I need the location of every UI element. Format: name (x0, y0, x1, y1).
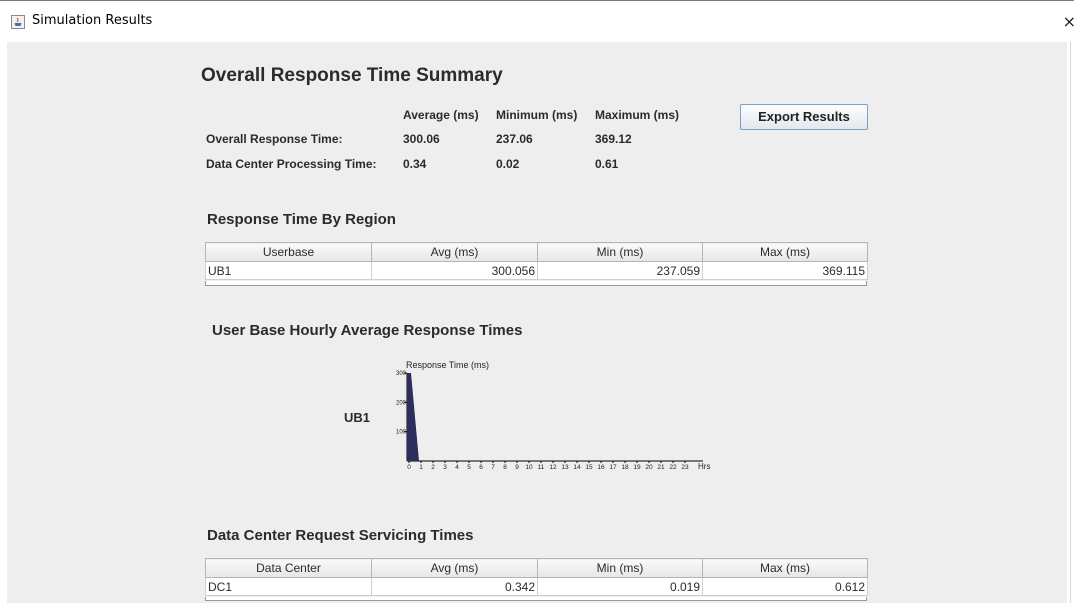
window-title: Simulation Results (32, 13, 153, 28)
datacenter-cell-name[interactable]: DC1 (205, 577, 372, 596)
overall-response-average: 300.06 (403, 132, 440, 146)
chart-x-tick-label: 20 (645, 464, 653, 471)
datacenter-header-name[interactable]: Data Center (205, 558, 372, 578)
window-right-edge (1070, 42, 1071, 603)
export-results-button[interactable]: Export Results (740, 104, 868, 130)
table-row[interactable]: UB1 300.056 237.059 369.115 (205, 261, 868, 280)
datacenter-header-avg[interactable]: Avg (ms) (371, 558, 538, 578)
chart-y-tick-label: 300 (396, 371, 407, 377)
chart-x-tick-label: 19 (633, 464, 641, 471)
chart-y-axis-label: Response Time (ms) (406, 360, 489, 370)
chart-x-tick-label: 1 (419, 464, 423, 471)
chart-y-tick-label: 200 (396, 400, 407, 406)
region-header-avg[interactable]: Avg (ms) (371, 242, 538, 262)
region-header-max[interactable]: Max (ms) (702, 242, 868, 262)
chart-x-tick-label: 17 (609, 464, 617, 471)
dc-processing-maximum: 0.61 (595, 157, 619, 171)
chart-x-tick-label: 18 (621, 464, 629, 471)
datacenter-table-bottom (205, 597, 867, 601)
chart-x-tick-label: 15 (585, 464, 593, 471)
dc-processing-label: Data Center Processing Time: (206, 157, 377, 171)
chart-x-tick-label: 22 (669, 464, 677, 471)
region-section-title: Response Time By Region (207, 211, 396, 228)
chart-x-tick-label: 0 (407, 464, 411, 471)
dc-processing-minimum: 0.02 (496, 157, 520, 171)
datacenter-cell-max[interactable]: 0.612 (702, 577, 868, 596)
summary-col-average: Average (ms) (403, 108, 479, 122)
region-cell-max[interactable]: 369.115 (702, 261, 868, 280)
chart-x-tick-label: 7 (491, 464, 495, 471)
region-table-bottom (205, 281, 867, 286)
datacenter-section-title: Data Center Request Servicing Times (207, 527, 474, 544)
region-cell-min[interactable]: 237.059 (537, 261, 703, 280)
chart-x-tick-label: 21 (657, 464, 665, 471)
summary-title: Overall Response Time Summary (201, 65, 503, 86)
chart-x-axis-label: Hrs (698, 462, 710, 471)
chart-x-tick-label: 2 (431, 464, 435, 471)
chart-x-tick-label: 6 (479, 464, 483, 471)
chart-x-tick-label: 14 (573, 464, 581, 471)
chart-x-tick-label: 12 (549, 464, 557, 471)
region-header-min[interactable]: Min (ms) (537, 242, 703, 262)
chart-x-tick-label: 5 (467, 464, 471, 471)
table-row[interactable]: DC1 0.342 0.019 0.612 (205, 577, 868, 596)
region-cell-avg[interactable]: 300.056 (371, 261, 538, 280)
datacenter-cell-avg[interactable]: 0.342 (371, 577, 538, 596)
datacenter-table: Data Center Avg (ms) Min (ms) Max (ms) D… (205, 558, 868, 596)
chart-x-tick-label: 23 (681, 464, 689, 471)
overall-response-maximum: 369.12 (595, 132, 632, 146)
chart-bar (407, 373, 419, 461)
datacenter-cell-min[interactable]: 0.019 (537, 577, 703, 596)
datacenter-header-max[interactable]: Max (ms) (702, 558, 868, 578)
chart-x-tick-label: 16 (597, 464, 605, 471)
window-titlebar: Simulation Results × (0, 0, 1074, 42)
hourly-userbase-label: UB1 (344, 410, 371, 425)
overall-response-label: Overall Response Time: (206, 132, 343, 146)
datacenter-header-min[interactable]: Min (ms) (537, 558, 703, 578)
summary-col-maximum: Maximum (ms) (595, 108, 680, 122)
results-panel (7, 42, 1067, 603)
summary-col-minimum: Minimum (ms) (496, 108, 578, 122)
chart-x-tick-label: 4 (455, 464, 459, 471)
region-cell-userbase[interactable]: UB1 (205, 261, 372, 280)
region-header-userbase[interactable]: Userbase (205, 242, 372, 262)
hourly-response-chart: Response Time (ms) 100200300 01234567891… (396, 360, 710, 471)
overall-response-minimum: 237.06 (496, 132, 533, 146)
hourly-section-title: User Base Hourly Average Response Times (212, 322, 523, 339)
java-app-icon (11, 15, 25, 29)
chart-x-tick-label: 3 (443, 464, 447, 471)
chart-x-tick-label: 11 (538, 464, 545, 471)
chart-x-tick-label: 9 (515, 464, 519, 471)
dc-processing-average: 0.34 (403, 157, 427, 171)
chart-x-tick-label: 8 (503, 464, 507, 471)
close-icon[interactable]: × (1063, 12, 1074, 31)
chart-y-tick-label: 100 (396, 430, 407, 436)
region-table: Userbase Avg (ms) Min (ms) Max (ms) UB1 … (205, 242, 868, 280)
datacenter-table-header: Data Center Avg (ms) Min (ms) Max (ms) (205, 558, 868, 578)
region-table-header: Userbase Avg (ms) Min (ms) Max (ms) (205, 242, 868, 262)
chart-x-tick-label: 10 (525, 464, 533, 471)
chart-x-tick-label: 13 (561, 464, 569, 471)
